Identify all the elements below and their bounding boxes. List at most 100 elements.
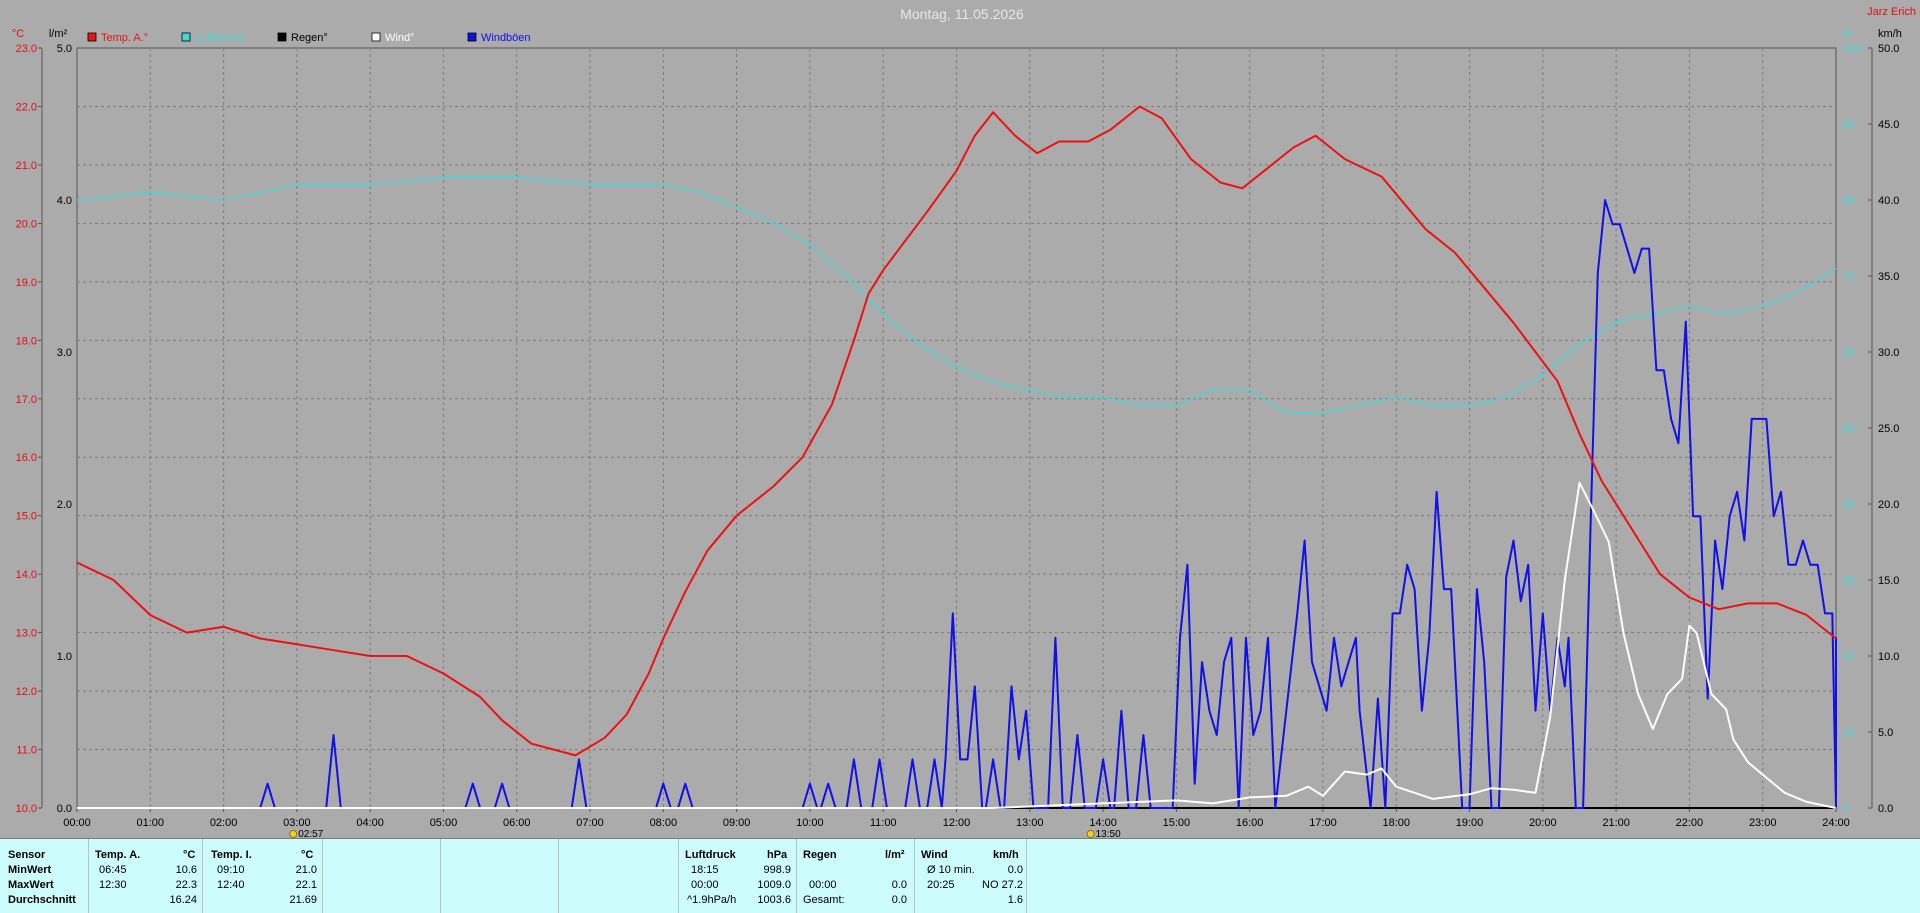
stats-panel: Sensor MinWert MaxWert Durchschnitt Temp… (0, 838, 1920, 913)
humidity-tick-label: 50 (1843, 423, 1855, 435)
temp-tick-label: 14.0 (16, 569, 37, 581)
time-tick-label: 12:00 (943, 817, 971, 829)
temp-a-max-val: 22.3 (175, 879, 197, 891)
legend-swatch (181, 32, 191, 42)
legend-swatch (467, 32, 477, 42)
time-tick-label: 07:00 (576, 817, 604, 829)
temp-tick-label: 22.0 (16, 101, 37, 113)
wind-avg: 1.6 (1007, 894, 1023, 906)
pressure-column: Luftdruck hPa 18:15 998.9 00:00 1009.0 ^… (678, 839, 797, 913)
time-tick-label: 15:00 (1163, 817, 1191, 829)
time-markers: 02:57 13:50 (289, 829, 1121, 838)
temp-tick-label: 23.0 (16, 43, 37, 55)
wind-max-val: NO 27.2 (982, 879, 1023, 891)
time-tick-label: 04:00 (356, 817, 384, 829)
legend-swatch (277, 32, 287, 42)
empty-column-2 (440, 839, 559, 913)
legend-label: Windböen (481, 32, 531, 44)
rain-unit: l/m² (885, 849, 905, 861)
pressure-trend: ^1.9hPa/h (687, 894, 737, 906)
wind-axis-unit: km/h (1878, 28, 1902, 40)
temp-i-max-time: 12:40 (217, 879, 245, 891)
temp-tick-label: 18.0 (16, 335, 37, 347)
wind-tick-label: 50.0 (1878, 43, 1899, 55)
wind-tick-label: 0.0 (1878, 803, 1893, 815)
empty-column-3 (558, 839, 679, 913)
pressure-avg: 1003.6 (757, 894, 791, 906)
legend-label: Regen° (291, 32, 328, 44)
temp-axis-unit: °C (12, 28, 24, 40)
humidity-tick-label: 30 (1843, 575, 1855, 587)
time-tick-label: 16:00 (1236, 817, 1264, 829)
temp-tick-label: 12.0 (16, 686, 37, 698)
legend-label: Luftfeucht. (195, 32, 246, 44)
temp-tick-label: 15.0 (16, 511, 37, 523)
temp-tick-label: 10.0 (16, 803, 37, 815)
humidity-tick-label: 40 (1843, 499, 1855, 511)
wind-tick-label: 35.0 (1878, 271, 1899, 283)
time-tick-label: 00:00 (63, 817, 91, 829)
time-tick-label: 19:00 (1456, 817, 1484, 829)
humidity-tick-label: 100 (1843, 43, 1861, 55)
wind-tick-label: 15.0 (1878, 575, 1899, 587)
wind-tick-label: 25.0 (1878, 423, 1899, 435)
pressure-min-time: 18:15 (691, 864, 719, 876)
temp-tick-label: 19.0 (16, 277, 37, 289)
wind-max-time: 20:25 (927, 879, 955, 891)
rain-tick-label: 2.0 (57, 499, 72, 511)
temp-tick-label: 20.0 (16, 218, 37, 230)
temp-i-avg: 21.69 (289, 894, 317, 906)
wind-header: Wind (921, 849, 948, 861)
legend-swatch (371, 32, 381, 42)
avg-label: Durchschnitt (8, 894, 76, 906)
wind-tick-label: 20.0 (1878, 499, 1899, 511)
time-tick-label: 24:00 (1822, 817, 1850, 829)
rain-max-val: 0.0 (891, 879, 907, 891)
rain-axis-unit: l/m² (49, 28, 68, 40)
pressure-max-val: 1009.0 (757, 879, 791, 891)
rain-column: Regen l/m² 00:00 0.0 Gesamt: 0.0 (796, 839, 915, 913)
time-tick-label: 20:00 (1529, 817, 1557, 829)
time-tick-label: 05:00 (430, 817, 458, 829)
time-tick-label: 21:00 (1602, 817, 1630, 829)
pressure-unit: hPa (767, 849, 788, 861)
time-tick-label: 14:00 (1089, 817, 1117, 829)
temp-tick-label: 11.0 (16, 745, 37, 757)
temp-i-min-val: 21.0 (295, 864, 317, 876)
rain-tick-label: 3.0 (57, 347, 72, 359)
sun-icon (1086, 830, 1095, 838)
time-axis: 00:00 01:00 02:00 03:00 04:00 05:00 06:00 07:00… (63, 808, 1850, 829)
wind-axis: km/h 50.0 45.0 40.0 35.0 30.0 25.0 20.0 15.0 10.0… (1878, 28, 1902, 815)
empty-column-1 (322, 839, 441, 913)
humidity-axis: %1009080706050403020100 (1842, 28, 1872, 815)
pressure-max-time: 00:00 (691, 879, 719, 891)
time-tick-label: 03:00 (283, 817, 311, 829)
temp-a-max-time: 12:30 (99, 879, 127, 891)
time-tick-label: 10:00 (796, 817, 824, 829)
rain-tick-label: 0.0 (57, 803, 72, 815)
humidity-tick-label: 80 (1843, 195, 1855, 207)
wind-tick-label: 5.0 (1878, 727, 1893, 739)
time-tick-label: 09:00 (723, 817, 751, 829)
temp-tick-label: 16.0 (16, 452, 37, 464)
temp-a-column: Temp. A. °C 06:45 10.6 12:30 22.3 16.24 (88, 839, 203, 913)
humidity-axis-unit: % (1842, 28, 1852, 40)
time-tick-label: 18:00 (1382, 817, 1410, 829)
wind-tick-label: 10.0 (1878, 651, 1899, 663)
temp-a-header: Temp. A. (95, 849, 141, 861)
temp-i-header: Temp. I. (211, 849, 252, 861)
temp-a-unit: °C (183, 849, 196, 861)
legend-swatch (87, 32, 97, 42)
time-tick-label: 23:00 (1749, 817, 1777, 829)
time-tick-label: 17:00 (1309, 817, 1337, 829)
panel-divider (1026, 839, 1029, 913)
humidity-tick-label: 0 (1843, 803, 1849, 815)
time-marker-label: 02:57 (298, 829, 323, 838)
time-tick-label: 13:00 (1016, 817, 1044, 829)
wind-tick-label: 30.0 (1878, 347, 1899, 359)
wind-unit: km/h (993, 849, 1019, 861)
rain-max-time: 00:00 (809, 879, 837, 891)
humidity-tick-label: 70 (1843, 271, 1855, 283)
rain-tick-label: 4.0 (57, 195, 72, 207)
legend-label: Temp. A.° (101, 32, 148, 44)
